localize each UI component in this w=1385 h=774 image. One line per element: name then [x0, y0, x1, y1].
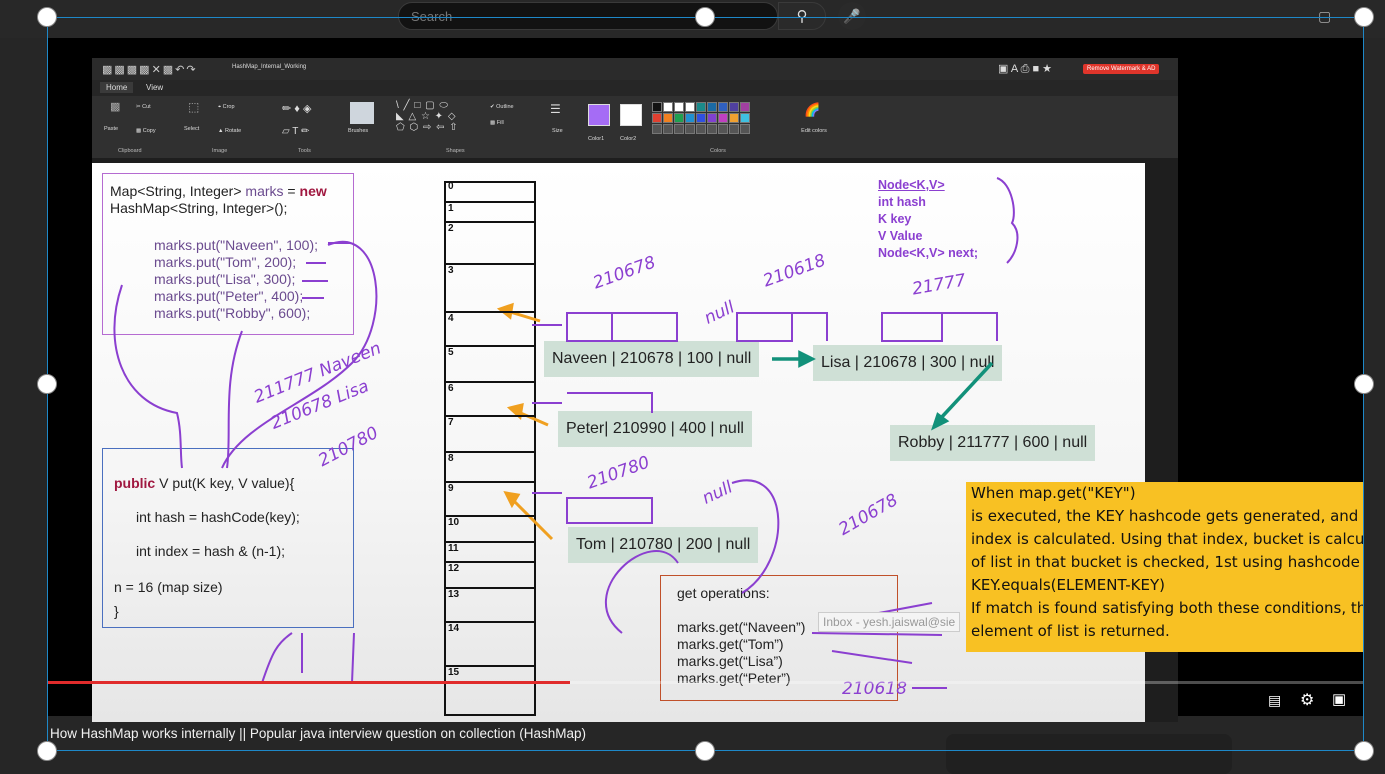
resize-handle-bottom-right[interactable]	[1354, 741, 1374, 761]
resize-handle-left[interactable]	[37, 374, 57, 394]
resize-handle-top-left[interactable]	[37, 7, 57, 27]
resize-handle-right[interactable]	[1354, 374, 1374, 394]
resize-handle-top-right[interactable]	[1354, 7, 1374, 27]
selection-frame	[47, 17, 1364, 751]
resize-handle-bottom[interactable]	[695, 741, 715, 761]
resize-handle-top[interactable]	[695, 7, 715, 27]
resize-handle-bottom-left[interactable]	[37, 741, 57, 761]
